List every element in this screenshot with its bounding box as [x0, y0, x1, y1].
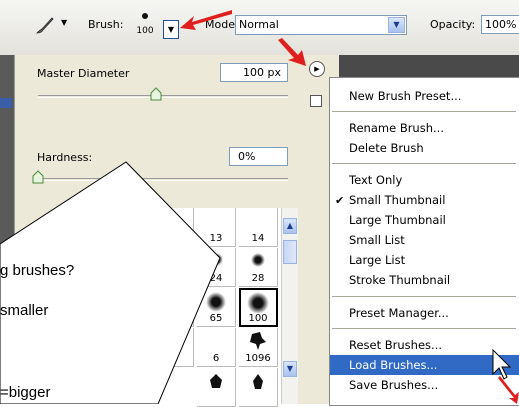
tool-preset-dropdown-icon[interactable]: ▼ [61, 18, 67, 27]
callout-text-line-3: =bigger [0, 384, 51, 401]
brush-preview[interactable]: 100 [133, 10, 157, 44]
menu-item-new-brush-preset[interactable]: New Brush Preset... [330, 86, 519, 106]
brush-label: Brush: [88, 18, 124, 31]
brush-tip-icon [247, 292, 269, 314]
panel-menu-button[interactable]: ▶ [309, 61, 325, 77]
brush-size: 100 [136, 26, 154, 36]
opacity-label: Opacity: [430, 18, 476, 31]
menu-item-large-list[interactable]: Large List [330, 250, 519, 270]
master-diameter-slider[interactable] [38, 95, 288, 98]
brush-tool-icon[interactable] [34, 14, 56, 36]
brush-cell-label: 100 [248, 313, 268, 324]
menu-separator [332, 296, 516, 297]
menu-item-small-list[interactable]: Small List [330, 230, 519, 250]
callout-text-line-2: smaller [0, 302, 49, 319]
master-diameter-slider-thumb[interactable] [150, 87, 162, 101]
callout-text-line-1: g brushes? [0, 262, 75, 279]
chevron-down-icon[interactable]: ▼ [388, 17, 405, 33]
brush-tip-icon [142, 13, 148, 19]
mode-select[interactable]: Normal ▼ [235, 15, 407, 35]
menu-item-preset-manager[interactable]: Preset Manager... [330, 303, 519, 323]
new-preset-icon[interactable] [310, 95, 322, 107]
menu-item-rename-brush[interactable]: Rename Brush... [330, 118, 519, 138]
master-diameter-label: Master Diameter [37, 67, 130, 80]
brush-picker-dropdown-button[interactable]: ▼ [163, 20, 179, 39]
menu-item-text-only[interactable]: Text Only [330, 170, 519, 190]
annotation-arrow-icon [180, 10, 232, 30]
cursor-icon [492, 348, 519, 404]
mode-value: Normal [239, 18, 279, 31]
menu-separator [332, 328, 516, 329]
menu-item-delete-brush[interactable]: Delete Brush [330, 138, 519, 158]
menu-item-stroke-thumbnail[interactable]: Stroke Thumbnail [330, 270, 519, 290]
menu-separator [332, 111, 516, 112]
workspace-strip-accent [0, 98, 12, 108]
opacity-field[interactable]: 100% [481, 15, 519, 34]
brush-cell-selected[interactable]: 100 [239, 288, 278, 327]
menu-item-small-thumbnail[interactable]: Small Thumbnail [330, 190, 519, 210]
menu-item-large-thumbnail[interactable]: Large Thumbnail [330, 210, 519, 230]
options-bar: ▼ Brush: 100 ▼ Mode: Normal ▼ Opacity: 1… [0, 0, 519, 56]
menu-separator [332, 163, 516, 164]
opacity-value: 100% [485, 18, 517, 31]
annotation-arrow-icon [278, 38, 306, 66]
